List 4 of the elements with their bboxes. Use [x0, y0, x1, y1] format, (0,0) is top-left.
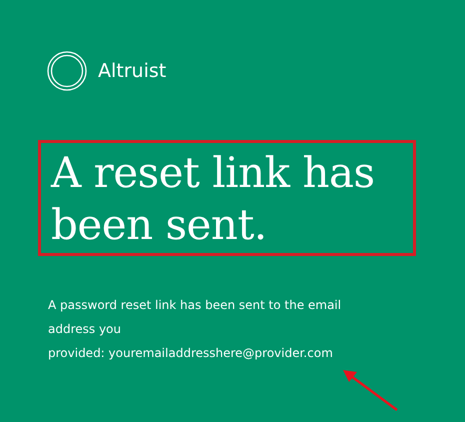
confirmation-message: A password reset link has been sent to the email address you provided: youremailaddresshere@provider.com: [48, 297, 342, 362]
logo-icon: [47, 51, 87, 91]
brand-name: Altruist: [98, 60, 166, 82]
page-heading: A reset link has been sent.: [51, 147, 376, 251]
